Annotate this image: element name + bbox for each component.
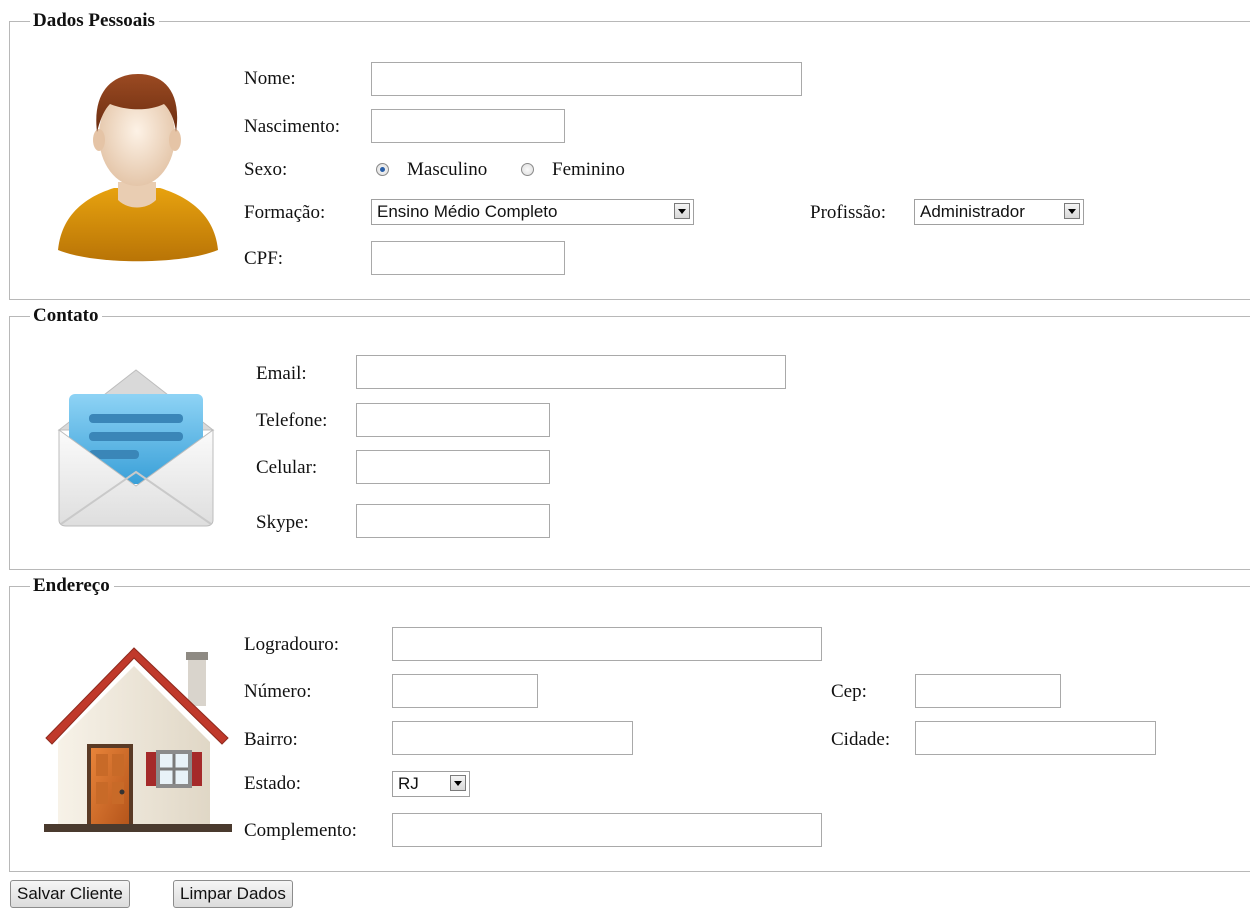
house-icon — [44, 647, 232, 832]
chevron-down-icon[interactable] — [1064, 203, 1080, 219]
legend-contato: Contato — [17, 305, 103, 327]
estado-selected-value: RJ — [398, 774, 419, 793]
profissao-select[interactable]: Administrador — [914, 199, 1084, 225]
complemento-input[interactable] — [392, 813, 822, 847]
chevron-down-icon[interactable] — [674, 203, 690, 219]
cidade-input[interactable] — [915, 721, 1156, 755]
user-avatar-icon — [58, 74, 218, 262]
estado-select[interactable]: RJ — [392, 771, 470, 797]
cidade-label: Cidade: — [831, 729, 891, 750]
celular-label: Celular: — [256, 457, 318, 478]
formacao-selected-value: Ensino Médio Completo — [377, 202, 558, 221]
celular-input[interactable] — [356, 450, 550, 484]
numero-input[interactable] — [392, 674, 538, 708]
logradouro-label: Logradouro: — [244, 634, 339, 655]
bairro-label: Bairro: — [244, 729, 298, 750]
sexo-masculino-radio[interactable] — [376, 163, 389, 176]
sexo-masculino-label: Masculino — [407, 159, 488, 180]
complemento-label: Complemento: — [244, 820, 357, 841]
numero-label: Número: — [244, 681, 312, 702]
telefone-input[interactable] — [356, 403, 550, 437]
cep-input[interactable] — [915, 674, 1061, 708]
sexo-feminino-label: Feminino — [552, 159, 625, 180]
telefone-label: Telefone: — [256, 410, 328, 431]
sexo-label: Sexo: — [244, 159, 288, 180]
profissao-label: Profissão: — [810, 202, 886, 223]
legend-endereco: Endereço — [18, 575, 114, 597]
nascimento-label: Nascimento: — [244, 116, 341, 137]
nascimento-input[interactable] — [371, 109, 565, 143]
estado-label: Estado: — [244, 773, 301, 794]
nome-input[interactable] — [371, 62, 802, 96]
bairro-input[interactable] — [392, 721, 633, 755]
chevron-down-icon[interactable] — [450, 775, 466, 791]
formacao-label: Formação: — [244, 202, 326, 223]
sexo-feminino-radio[interactable] — [521, 163, 534, 176]
skype-label: Skype: — [256, 512, 309, 533]
salvar-cliente-button[interactable]: Salvar Cliente — [10, 880, 130, 908]
legend-dados-pessoais: Dados Pessoais — [18, 10, 159, 32]
logradouro-input[interactable] — [392, 627, 822, 661]
email-input[interactable] — [356, 355, 786, 389]
email-label: Email: — [256, 363, 307, 384]
cpf-input[interactable] — [371, 241, 565, 275]
cpf-label: CPF: — [244, 248, 284, 269]
skype-input[interactable] — [356, 504, 550, 538]
envelope-icon — [57, 369, 215, 527]
formacao-select[interactable]: Ensino Médio Completo — [371, 199, 694, 225]
profissao-selected-value: Administrador — [920, 202, 1025, 221]
nome-label: Nome: — [244, 68, 296, 89]
cep-label: Cep: — [831, 681, 867, 702]
limpar-dados-button[interactable]: Limpar Dados — [173, 880, 293, 908]
